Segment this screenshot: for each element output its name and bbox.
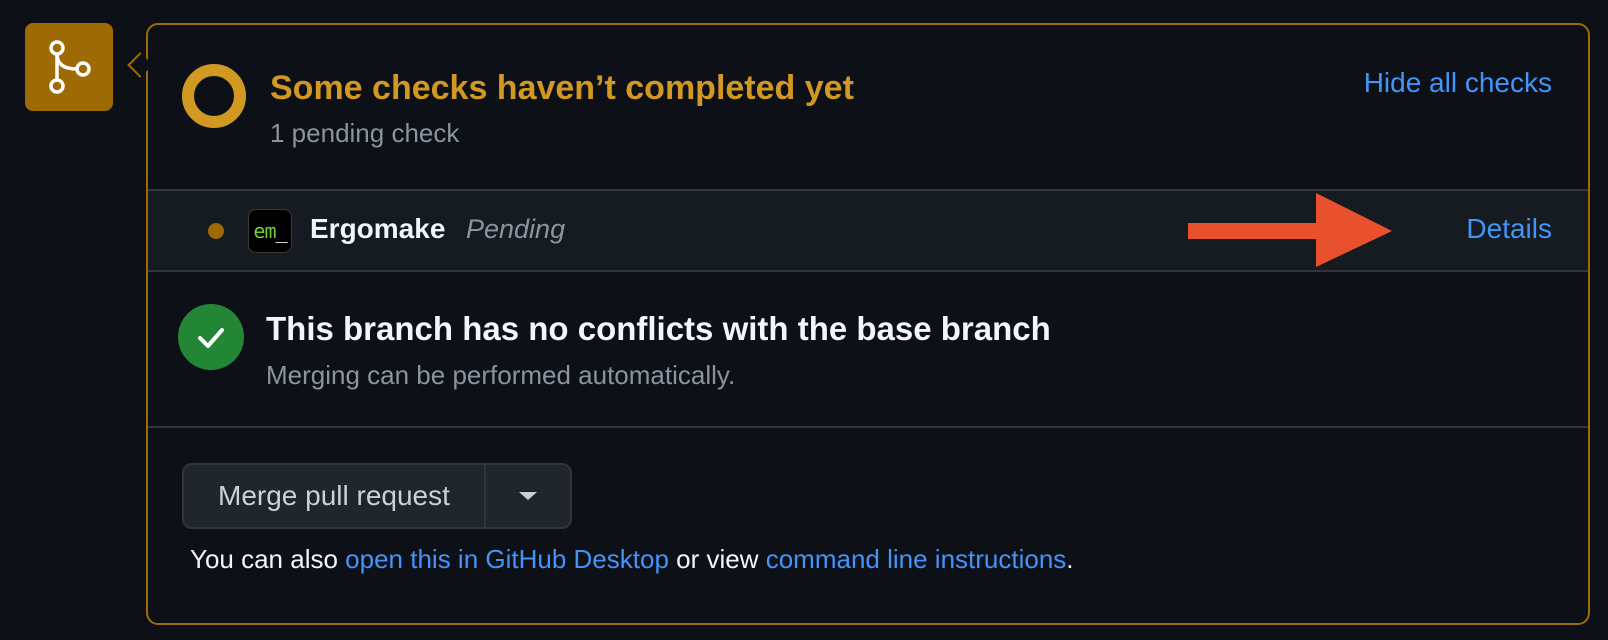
hide-all-checks-link[interactable]: Hide all checks (1364, 67, 1552, 99)
check-status: Pending (466, 214, 566, 244)
pending-dot-icon (208, 223, 224, 239)
command-line-instructions-link[interactable]: command line instructions (766, 544, 1067, 574)
checks-subtitle: 1 pending check (270, 118, 460, 148)
checks-summary: Some checks haven’t completed yet 1 pend… (148, 25, 1588, 189)
merge-section: Merge pull request You can also open thi… (148, 428, 1588, 623)
conflicts-section: This branch has no conflicts with the ba… (148, 272, 1588, 428)
merge-note: You can also open this in GitHub Desktop… (190, 544, 1074, 575)
checks-title: Some checks haven’t completed yet (270, 69, 854, 107)
github-desktop-link[interactable]: open this in GitHub Desktop (345, 544, 669, 574)
arrow-annotation-icon (1188, 193, 1392, 267)
pending-status-icon (182, 64, 246, 128)
merge-note-prefix: You can also (190, 544, 346, 574)
merge-box: Some checks haven’t completed yet 1 pend… (146, 23, 1590, 625)
check-name: Ergomake (310, 213, 446, 244)
conflicts-subtitle: Merging can be performed automatically. (266, 360, 736, 390)
ergomake-app-icon: em_ (248, 209, 292, 253)
git-merge-icon (49, 40, 91, 94)
details-link[interactable]: Details (1466, 213, 1552, 245)
merge-options-dropdown[interactable] (483, 465, 570, 527)
merge-button-group: Merge pull request (182, 463, 572, 529)
check-row-ergomake: em_ Ergomake Pending Details (148, 189, 1588, 272)
conflicts-title: This branch has no conflicts with the ba… (266, 310, 1051, 347)
merge-note-middle: or view (668, 544, 766, 574)
check-icon (178, 304, 244, 370)
merge-pull-request-button[interactable]: Merge pull request (184, 465, 484, 527)
merge-status-badge (25, 23, 113, 111)
triangle-down-icon (518, 492, 537, 500)
merge-note-suffix: . (1066, 544, 1074, 574)
